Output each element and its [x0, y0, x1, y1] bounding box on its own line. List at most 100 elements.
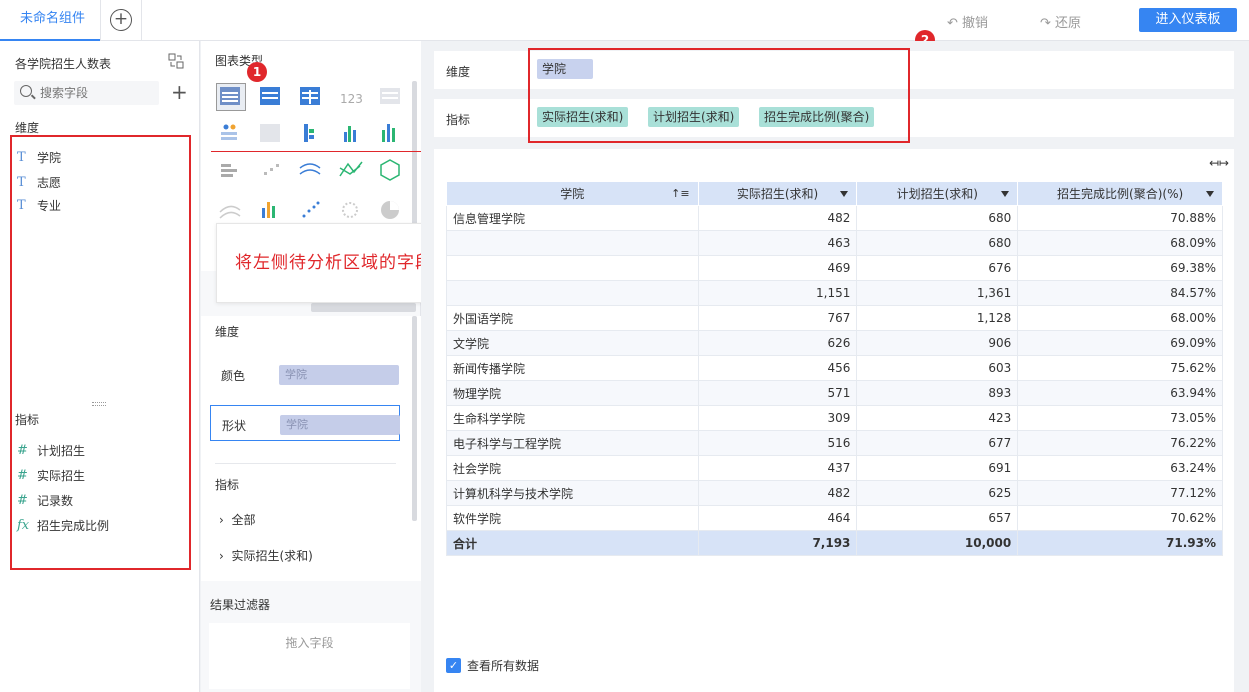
value-cell: 309 [697, 405, 858, 431]
tab-unnamed-component[interactable]: 未命名组件 [0, 0, 100, 41]
college-cell: 计算机科学与技术学院 [446, 480, 699, 506]
grouped-table-icon [260, 87, 280, 105]
dropdown-icon[interactable] [1206, 191, 1214, 197]
line-chart-icon [299, 163, 321, 175]
annotation-highlight-fields [10, 135, 191, 570]
chart-type-grid[interactable]: 123 [216, 84, 416, 229]
value-cell: 423 [856, 405, 1019, 431]
filter-drop-zone[interactable]: 拖入字段 [209, 623, 410, 689]
undo-button[interactable]: ↶ 撤销 [947, 12, 988, 31]
table-row: 文学院 626 906 69.09% [446, 330, 1223, 356]
dimension-section-label: 维度 [15, 121, 40, 135]
color-field-pill[interactable]: 学院 [279, 365, 399, 385]
college-cell: 电子科学与工程学院 [446, 430, 699, 456]
value-cell: 84.57% [1017, 280, 1223, 306]
shape-attribute[interactable]: 形状 学院 [210, 405, 400, 441]
value-cell: 68.00% [1017, 305, 1223, 331]
value-cell: 626 [697, 330, 858, 356]
college-cell [446, 280, 699, 306]
data-table: 学院 ↑≡ 实际招生(求和) 计划招生(求和) 招生完成比例(聚合)(%) 信息管… [446, 181, 1223, 556]
college-cell: 社会学院 [446, 455, 699, 481]
college-cell: 信息管理学院 [446, 205, 699, 231]
college-cell: 生命科学学院 [446, 405, 699, 431]
divider [215, 463, 396, 464]
column-header-label: 计划招生(求和) [896, 187, 978, 201]
scatter-icon [302, 201, 320, 218]
dropdown-icon[interactable] [1001, 191, 1010, 197]
horizontal-scrollbar[interactable] [311, 303, 416, 312]
property-scrollbar[interactable] [412, 316, 417, 521]
color-label: 颜色 [221, 369, 246, 383]
value-cell: 680 [856, 205, 1019, 231]
table-row: 新闻传播学院 456 603 75.62% [446, 355, 1223, 381]
column-header[interactable]: 实际招生(求和) [697, 181, 858, 206]
value-cell: 893 [856, 380, 1019, 406]
bubble-icon [342, 202, 358, 218]
value-cell: 464 [697, 505, 858, 531]
value-cell: 680 [856, 230, 1019, 256]
college-cell [446, 230, 699, 256]
redo-label: 还原 [1055, 16, 1082, 31]
table-row: 463 680 68.09% [446, 230, 1223, 256]
value-cell: 677 [856, 430, 1019, 456]
stacked-bar-icon [304, 124, 314, 142]
table-header-row: 学院 ↑≡ 实际招生(求和) 计划招生(求和) 招生完成比例(聚合)(%) [446, 181, 1223, 206]
value-cell: 437 [697, 455, 858, 481]
table-row: 生命科学学院 309 423 73.05% [446, 405, 1223, 431]
expand-width-icon[interactable]: ↤↦ [1209, 156, 1229, 170]
value-cell: 1,128 [856, 305, 1019, 331]
number-card-icon: 123 [340, 92, 363, 106]
value-cell: 70.88% [1017, 205, 1223, 231]
horizontal-bar-icon [221, 164, 237, 177]
total-value-cell: 7,193 [697, 530, 858, 556]
search-input[interactable] [40, 83, 155, 103]
column-header[interactable]: 计划招生(求和) [856, 181, 1019, 206]
column-header-label: 招生完成比例(聚合)(%) [1057, 187, 1184, 201]
column-header[interactable]: 招生完成比例(聚合)(%) [1017, 181, 1223, 206]
undo-icon: ↶ [947, 16, 958, 31]
heatmap-icon [260, 124, 280, 142]
tree-item-actual[interactable]: › 实际招生(求和) [219, 547, 313, 564]
table-row: 外国语学院 767 1,128 68.00% [446, 305, 1223, 331]
add-tab-button[interactable]: + [100, 0, 142, 41]
enter-dashboard-button[interactable]: 进入仪表板 [1139, 8, 1237, 32]
value-cell: 906 [856, 330, 1019, 356]
college-cell [446, 255, 699, 281]
sort-icon[interactable]: ↑≡ [671, 187, 689, 200]
value-cell: 657 [856, 505, 1019, 531]
column-header[interactable]: 学院 ↑≡ [446, 181, 699, 206]
tree-item-all[interactable]: › 全部 [219, 511, 255, 528]
value-cell: 1,361 [856, 280, 1019, 306]
tree-item-label: 实际招生(求和) [231, 549, 313, 563]
value-cell: 68.09% [1017, 230, 1223, 256]
column-header-label: 实际招生(求和) [736, 187, 819, 201]
multi-line-icon [339, 161, 363, 177]
college-cell: 文学院 [446, 330, 699, 356]
total-value-cell: 10,000 [856, 530, 1019, 556]
table-row: 计算机科学与技术学院 482 625 77.12% [446, 480, 1223, 506]
value-cell: 76.22% [1017, 430, 1223, 456]
value-cell: 516 [697, 430, 858, 456]
checkbox-check-icon: ✓ [446, 658, 461, 673]
dimension-zone-label: 维度 [446, 65, 471, 79]
value-cell: 463 [697, 230, 858, 256]
value-cell: 63.24% [1017, 455, 1223, 481]
view-all-data-label: 查看所有数据 [467, 659, 540, 673]
redo-button[interactable]: ↷ 还原 [1040, 12, 1081, 31]
add-field-button[interactable]: + [171, 81, 188, 103]
shape-field-pill[interactable]: 学院 [280, 415, 400, 435]
table-preview: ↤↦ 学院 ↑≡ 实际招生(求和) 计划招生(求和) 招生完成比例(聚合)(%) … [434, 149, 1234, 692]
switch-dataset-icon[interactable] [168, 53, 184, 69]
total-value-cell: 71.93% [1017, 530, 1223, 556]
view-all-data-checkbox[interactable]: ✓ 查看所有数据 [446, 657, 539, 674]
annotation-highlight-dropzones [528, 48, 910, 143]
undo-label: 撤销 [962, 16, 989, 31]
dropdown-icon[interactable] [840, 191, 849, 197]
table-row: 电子科学与工程学院 516 677 76.22% [446, 430, 1223, 456]
shape-label: 形状 [222, 419, 247, 433]
color-attribute[interactable]: 颜色 学院 [210, 356, 400, 392]
value-cell: 603 [856, 355, 1019, 381]
value-cell: 77.12% [1017, 480, 1223, 506]
search-icon [20, 85, 32, 97]
table-row: 1,151 1,361 84.57% [446, 280, 1223, 306]
